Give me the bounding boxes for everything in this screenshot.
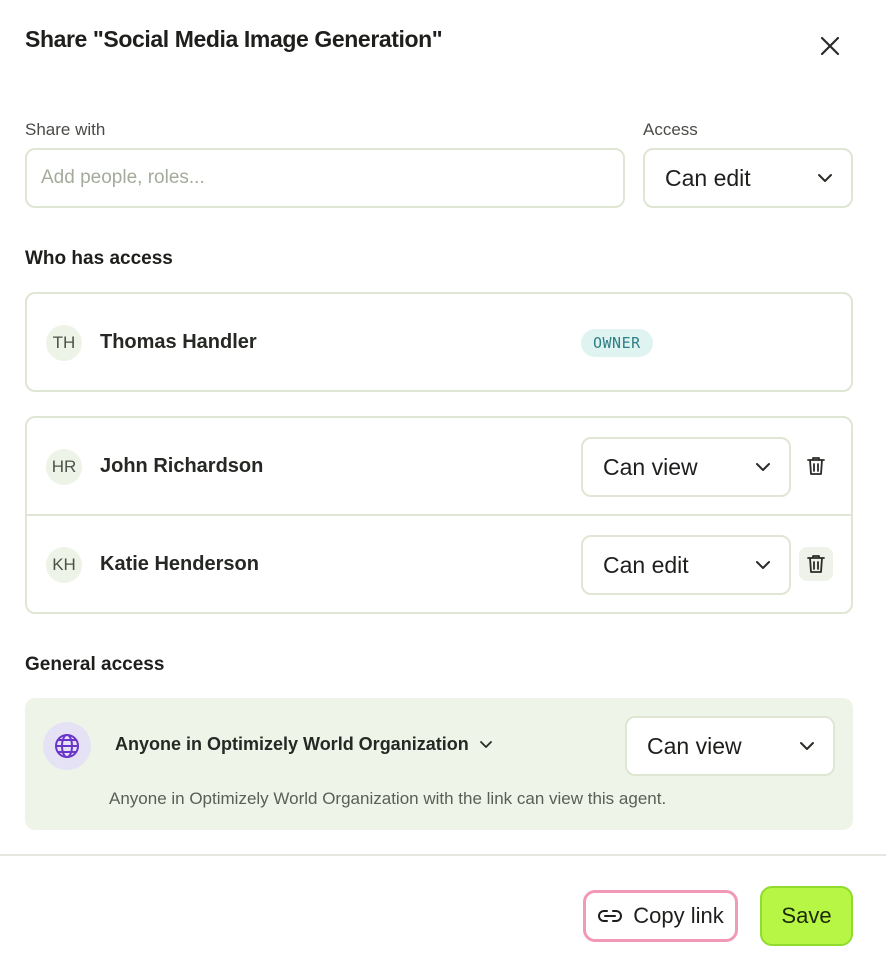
general-access-title: General access xyxy=(25,654,165,675)
member-name: Katie Henderson xyxy=(100,553,259,575)
share-dialog: Share "Social Media Image Generation" Sh… xyxy=(0,0,886,972)
owner-badge: OWNER xyxy=(581,329,653,357)
close-icon xyxy=(820,36,840,56)
link-icon xyxy=(598,910,623,922)
globe-icon xyxy=(55,734,79,758)
member-name: John Richardson xyxy=(100,455,264,477)
footer-divider xyxy=(0,854,886,856)
access-select[interactable]: Can edit xyxy=(643,148,853,208)
owner-name: Thomas Handler xyxy=(100,331,257,353)
member-row: HR John Richardson Can view xyxy=(27,418,851,514)
remove-member-button[interactable] xyxy=(799,449,833,483)
owner-card: TH Thomas Handler OWNER xyxy=(25,292,853,392)
avatar: TH xyxy=(46,325,82,361)
copy-link-button[interactable]: Copy link xyxy=(583,890,738,942)
chevron-down-icon xyxy=(800,742,814,750)
chevron-down-icon xyxy=(479,741,492,748)
member-access-select[interactable]: Can edit xyxy=(581,535,791,595)
general-access-description: Anyone in Optimizely World Organization … xyxy=(109,789,667,808)
members-card: HR John Richardson Can view KH Katie Hen… xyxy=(25,416,853,614)
trash-icon xyxy=(807,457,825,475)
general-access-panel: Anyone in Optimizely World Organization … xyxy=(25,698,853,830)
share-with-input[interactable] xyxy=(25,148,625,208)
member-access-select[interactable]: Can view xyxy=(581,437,791,497)
chevron-down-icon xyxy=(756,561,770,569)
save-button[interactable]: Save xyxy=(760,886,853,946)
general-access-select[interactable]: Can view xyxy=(625,716,835,776)
general-access-value: Can view xyxy=(647,732,742,759)
member-access-value: Can edit xyxy=(603,551,689,578)
who-has-access-title: Who has access xyxy=(25,248,173,269)
access-select-value: Can edit xyxy=(665,164,751,191)
close-button[interactable] xyxy=(812,28,848,64)
general-access-scope: Anyone in Optimizely World Organization xyxy=(115,734,469,754)
trash-icon xyxy=(807,555,825,573)
avatar: HR xyxy=(46,449,82,485)
access-label: Access xyxy=(643,120,698,139)
chevron-down-icon xyxy=(818,174,832,182)
dialog-title: Share "Social Media Image Generation" xyxy=(25,26,443,52)
member-row: KH Katie Henderson Can edit xyxy=(27,516,851,614)
avatar: KH xyxy=(46,547,82,583)
general-access-scope-dropdown[interactable]: Anyone in Optimizely World Organization xyxy=(115,734,493,755)
share-with-label: Share with xyxy=(25,120,106,139)
globe-badge xyxy=(43,722,91,770)
remove-member-button[interactable] xyxy=(799,547,833,581)
copy-link-label: Copy link xyxy=(633,903,724,928)
chevron-down-icon xyxy=(756,463,770,471)
member-access-value: Can view xyxy=(603,453,698,480)
